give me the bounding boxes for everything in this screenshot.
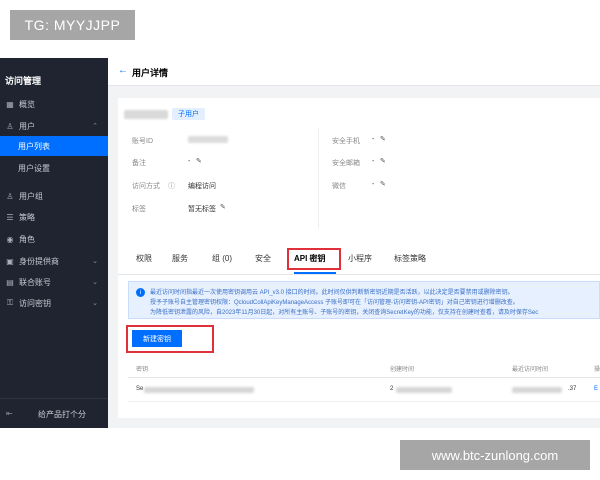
sidebar-item-label: 用户设置 <box>18 163 50 173</box>
notice-line: 为降低密钥泄露的风险，自2023年11月30日起，对所有主账号、子账号的密钥，关… <box>150 310 539 316</box>
access-method-value: 编程访问 <box>188 183 216 190</box>
back-arrow-icon[interactable]: ← <box>118 65 128 76</box>
edit-icon[interactable]: ✎ <box>380 180 386 188</box>
key-icon: ⚿ <box>6 298 14 307</box>
tab-groups[interactable]: 组 (0) <box>212 253 232 264</box>
sidebar-item-user-list[interactable]: 用户列表 <box>0 136 108 156</box>
tab-tag-policies[interactable]: 标签策略 <box>394 253 426 264</box>
field-label: 安全手机 <box>332 138 360 145</box>
security-phone-value: - <box>372 136 375 143</box>
field-label: 访问方式 <box>132 183 160 190</box>
sidebar-item-user-groups[interactable]: ♙ 用户组 <box>0 186 108 206</box>
remark-value: - <box>188 158 191 165</box>
info-icon[interactable]: ⓘ <box>168 181 175 191</box>
tab-permissions[interactable]: 权限 <box>136 253 152 264</box>
sidebar-item-label: 用户列表 <box>18 141 50 151</box>
idp-icon: ▣ <box>6 256 14 266</box>
field-label: 标签 <box>132 206 146 213</box>
keys-table-header: 密钥 创建时间 最近访问时间 操 <box>128 358 600 378</box>
redacted-key <box>144 387 254 393</box>
notice-line: 授予子账号自主管理密钥权限：QcloudCollApiKeyManageAcce… <box>150 300 519 306</box>
sidebar-item-overview[interactable]: ▦ 概览 <box>0 94 108 114</box>
sub-user-tag: 子用户 <box>172 108 205 120</box>
action-link[interactable]: E <box>594 386 598 392</box>
redacted-created-time <box>396 387 452 393</box>
api-key-card: 权限 服务 组 (0) 安全 API 密钥 小程序 标签策略 i 最近访问时间指… <box>118 241 600 418</box>
edit-icon[interactable]: ✎ <box>380 135 386 143</box>
key-id-cell: Se <box>136 386 144 392</box>
sidebar-item-label: 联合账号 <box>19 277 51 287</box>
active-tab-indicator <box>294 272 336 274</box>
tab-services[interactable]: 服务 <box>172 253 188 264</box>
sidebar-item-identity-providers[interactable]: ▣ 身份提供商 ⌄ <box>0 251 108 271</box>
field-label: 备注 <box>132 160 146 167</box>
chevron-up-icon: ⌃ <box>92 123 98 130</box>
page-title: 用户详情 <box>132 68 169 78</box>
redacted-account-id <box>188 136 228 143</box>
column-header: 密钥 <box>136 367 149 373</box>
last-access-cell: .37 <box>568 386 577 392</box>
created-time-cell: 2 <box>390 386 394 392</box>
grid-icon: ▦ <box>6 99 14 109</box>
user-info-card: 子用户 账号ID 备注 - ✎ 访问方式 ⓘ 编程访问 标签 暂无标签 ✎ 安全… <box>118 98 600 248</box>
sidebar-item-federated-accounts[interactable]: ▤ 联合账号 ⌄ <box>0 272 108 292</box>
collapse-icon[interactable]: ⇤ <box>6 409 13 418</box>
wechat-value: - <box>372 181 375 188</box>
page-header: ← 用户详情 <box>108 58 600 86</box>
role-icon: ◉ <box>6 234 14 244</box>
edit-icon[interactable]: ✎ <box>196 157 202 165</box>
screenshot-stage: 访问管理 ▦ 概览 ♙ 用户 ⌃ 用户列表 用户设置 ♙ 用户组 ☰ 策略 ◉ … <box>0 0 600 480</box>
federation-icon: ▤ <box>6 277 14 287</box>
column-header: 创建时间 <box>390 367 415 373</box>
watermark-label: TG: MYYJJPP <box>10 10 135 40</box>
security-email-value: - <box>372 158 375 165</box>
sidebar-footer: ⇤ 给产品打个分 <box>0 398 108 428</box>
edit-icon[interactable]: ✎ <box>220 203 226 211</box>
sidebar-item-label: 概览 <box>19 99 35 109</box>
column-header: 最近访问时间 <box>512 367 549 373</box>
sidebar-item-policies[interactable]: ☰ 策略 <box>0 207 108 227</box>
column-header: 操 <box>594 367 600 373</box>
policy-icon: ☰ <box>6 212 14 222</box>
redacted-username <box>124 110 168 119</box>
tags-value: 暂无标签 <box>188 206 216 213</box>
sidebar-item-label: 身份提供商 <box>19 256 59 266</box>
tab-api-keys[interactable]: API 密钥 <box>294 253 326 264</box>
create-key-button[interactable]: 新建密钥 <box>132 330 182 347</box>
chevron-down-icon: ⌄ <box>92 300 98 307</box>
main-content: ← 用户详情 子用户 账号ID 备注 - ✎ 访问方式 ⓘ 编程访问 标签 暂无… <box>108 58 600 428</box>
redacted-last-access <box>512 387 562 393</box>
chevron-down-icon: ⌄ <box>92 279 98 286</box>
sidebar-title: 访问管理 <box>5 76 42 86</box>
tab-bar: 权限 服务 组 (0) 安全 API 密钥 小程序 标签策略 <box>118 241 600 275</box>
sidebar-item-label: 访问密钥 <box>19 298 51 308</box>
sidebar-item-roles[interactable]: ◉ 角色 <box>0 229 108 249</box>
table-row: Se 2 .37 E <box>128 378 600 402</box>
sidebar-item-access-keys[interactable]: ⚿ 访问密钥 ⌄ <box>0 293 108 313</box>
tab-mini-programs[interactable]: 小程序 <box>348 253 372 264</box>
sidebar-item-users[interactable]: ♙ 用户 ⌃ <box>0 116 108 136</box>
user-icon: ♙ <box>6 121 14 131</box>
column-divider <box>318 128 319 228</box>
sidebar-item-label: 策略 <box>19 212 35 222</box>
info-notice: i 最近访问时间指最近一次使用密钥调用云 API_v3.0 接口的时间。此时间仅… <box>128 281 600 319</box>
watermark-url: www.btc-zunlong.com <box>400 440 590 470</box>
chevron-down-icon: ⌄ <box>92 258 98 265</box>
notice-line: 最近访问时间指最近一次使用密钥调用云 API_v3.0 接口的时间。此时间仅供判… <box>150 290 514 296</box>
sidebar: 访问管理 ▦ 概览 ♙ 用户 ⌃ 用户列表 用户设置 ♙ 用户组 ☰ 策略 ◉ … <box>0 58 108 428</box>
group-icon: ♙ <box>6 191 14 201</box>
sidebar-item-label: 角色 <box>19 234 35 244</box>
sidebar-item-label: 用户 <box>19 121 35 131</box>
field-label: 微信 <box>332 183 346 190</box>
field-label: 账号ID <box>132 138 153 145</box>
rate-product-link[interactable]: 给产品打个分 <box>38 409 86 420</box>
tab-security[interactable]: 安全 <box>255 253 271 264</box>
sidebar-item-label: 用户组 <box>19 191 43 201</box>
field-label: 安全邮箱 <box>332 160 360 167</box>
edit-icon[interactable]: ✎ <box>380 157 386 165</box>
info-icon: i <box>136 288 145 297</box>
sidebar-item-user-settings[interactable]: 用户设置 <box>0 158 108 178</box>
